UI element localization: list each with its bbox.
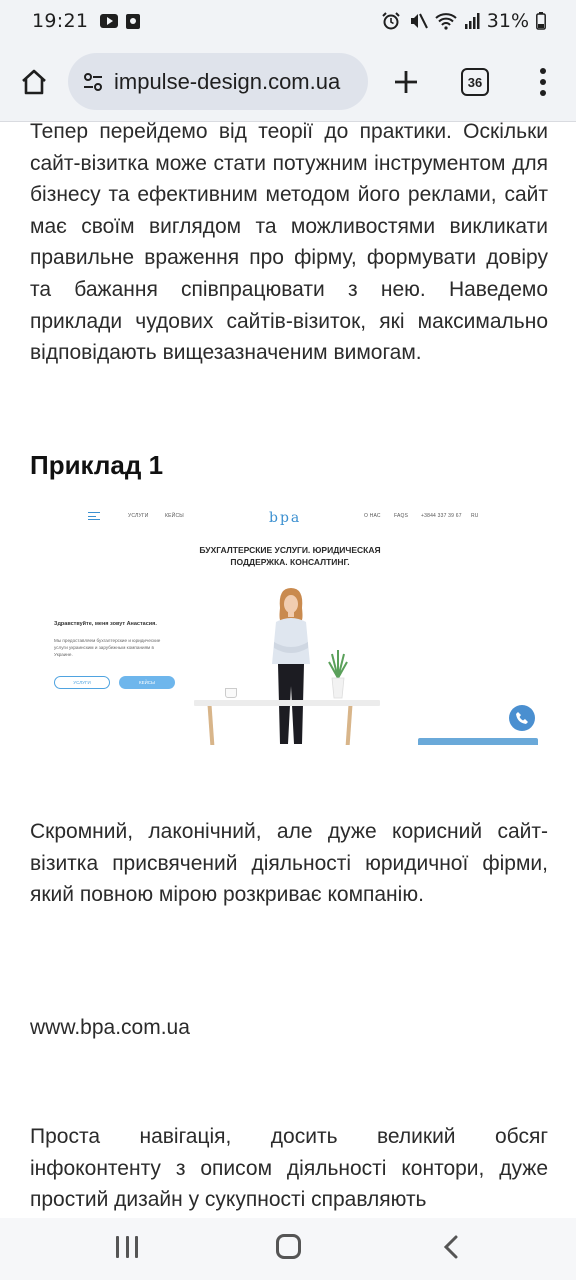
- shot-lang: RU: [471, 513, 479, 519]
- example-site-screenshot: УСЛУГИ КЕЙСЫ bpa О НАС FAQS +3844 337 39…: [30, 500, 548, 745]
- shot-title: БУХГАЛТЕРСКИЕ УСЛУГИ. ЮРИДИЧЕСКАЯ ПОДДЕР…: [199, 545, 381, 567]
- browser-toolbar: impulse-design.com.ua 36: [0, 42, 576, 122]
- desk-leg: [345, 706, 353, 745]
- notification-icons: [100, 13, 141, 29]
- shot-nav-faqs: FAQS: [394, 513, 409, 519]
- back-icon[interactable]: [441, 1234, 461, 1260]
- desk-leg: [207, 706, 215, 745]
- battery-percent: 31%: [486, 10, 529, 32]
- shot-description: Мы предоставляем бухгалтерские и юридиче…: [54, 638, 161, 657]
- youtube-icon: [100, 14, 119, 28]
- shot-greeting: Здравствуйте, меня зовут Анастасия.: [54, 621, 157, 627]
- plus-icon: [395, 71, 417, 93]
- intro-paragraph: Тепер перейдемо від теорії до практики. …: [30, 122, 548, 365]
- plant-icon: [328, 650, 348, 699]
- system-icons: 31%: [381, 10, 546, 32]
- recent-apps-button[interactable]: [116, 1236, 138, 1258]
- cup-icon: [225, 688, 237, 698]
- shot-logo: bpa: [269, 510, 302, 526]
- system-navigation-bar: [0, 1218, 576, 1280]
- shot-nav-about: О НАС: [364, 513, 381, 519]
- tab-switcher-button[interactable]: 36: [461, 68, 489, 96]
- more-vert-icon[interactable]: [533, 66, 553, 98]
- home-nav-button[interactable]: [276, 1234, 301, 1259]
- woman-figure: [272, 588, 310, 744]
- shot-cases-button: КЕЙСЫ: [119, 676, 175, 689]
- example-heading: Приклад 1: [30, 450, 164, 480]
- status-bar: 19:21 31%: [0, 0, 576, 42]
- site-link[interactable]: www.bpa.com.ua: [30, 1016, 190, 1040]
- shot-phone: +3844 337 39 67: [421, 513, 462, 519]
- shot-nav: УСЛУГИ КЕЙСЫ bpa О НАС FAQS +3844 337 39…: [30, 510, 548, 526]
- signal-icon: [464, 13, 480, 29]
- alarm-icon: [382, 12, 400, 30]
- wifi-icon: [435, 13, 457, 30]
- screen-record-icon: [126, 13, 141, 29]
- new-tab-button[interactable]: [390, 66, 422, 98]
- address-bar[interactable]: impulse-design.com.ua: [68, 53, 368, 110]
- tune-icon[interactable]: [82, 71, 104, 93]
- mute-icon: [410, 13, 428, 29]
- description-paragraph: Скромний, лаконічний, але дуже корисний …: [30, 820, 548, 907]
- status-time: 19:21: [32, 10, 89, 32]
- shot-chat-bar: [418, 738, 538, 745]
- phone-call-icon: [509, 705, 535, 731]
- next-paragraph: Проста навігація, досить великий обсяг і…: [30, 1125, 548, 1212]
- url-text[interactable]: impulse-design.com.ua: [114, 69, 340, 95]
- home-icon: [22, 69, 46, 95]
- page-content: Тепер перейдемо від теорії до практики. …: [0, 122, 576, 1218]
- home-button[interactable]: [18, 66, 50, 98]
- shot-nav-services: УСЛУГИ: [128, 513, 149, 519]
- tab-count: 36: [467, 74, 483, 90]
- battery-icon: [536, 12, 546, 30]
- shot-services-button: УСЛУГИ: [54, 676, 110, 689]
- hamburger-icon: [88, 512, 100, 520]
- shot-nav-cases: КЕЙСЫ: [165, 513, 184, 519]
